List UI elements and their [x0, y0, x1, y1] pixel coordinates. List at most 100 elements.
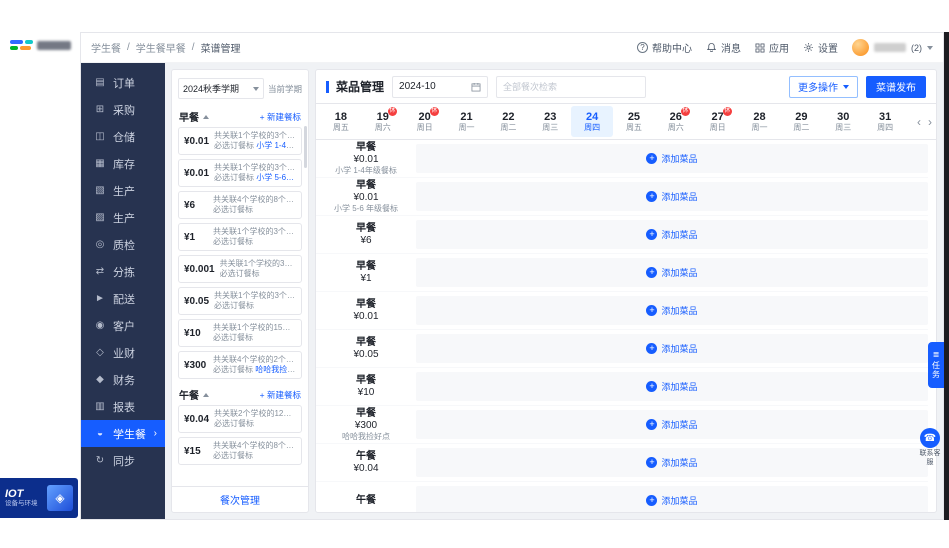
- calendar-day-22[interactable]: 22周二: [487, 106, 529, 137]
- iot-subtitle: 设备与环境: [5, 500, 38, 508]
- task-list-icon: ≣: [933, 351, 940, 359]
- term-select-value: 2024秋季学期: [183, 82, 239, 95]
- meal-standard-panel: 2024秋季学期 当前学期 早餐 + 新建餐标 ¥0.01 共关联1个学校的3: [171, 69, 309, 513]
- task-panel-tab[interactable]: ≣ 任务: [928, 342, 944, 388]
- calendar-day-26[interactable]: 26休周六: [655, 106, 697, 137]
- publish-menu-button[interactable]: 菜谱发布: [866, 76, 926, 98]
- meal-time-search-input[interactable]: [496, 76, 646, 98]
- breadcrumb-student-breakfast[interactable]: 学生餐早餐: [136, 40, 186, 55]
- meal-price: ¥0.04: [184, 414, 209, 425]
- add-dish-button[interactable]: +添加菜品: [416, 258, 928, 287]
- calendar-day-25[interactable]: 25周五: [613, 106, 655, 137]
- help-icon: ?: [637, 42, 648, 53]
- panel-scrollbar[interactable]: [304, 126, 307, 168]
- user-menu[interactable]: (2): [852, 39, 933, 56]
- sidebar-item-customers[interactable]: ◉客户: [81, 312, 165, 339]
- add-dish-button[interactable]: +添加菜品: [416, 448, 928, 477]
- sidebar-item-finance[interactable]: ◆财务: [81, 366, 165, 393]
- iot-widget[interactable]: IOT 设备与环境 ◈: [0, 478, 78, 518]
- term-select[interactable]: 2024秋季学期: [178, 78, 264, 99]
- sidebar-item-production-1[interactable]: ▧生产: [81, 177, 165, 204]
- day-week: 周四: [877, 123, 893, 133]
- chevron-left-icon[interactable]: ‹: [917, 115, 921, 129]
- settings-button[interactable]: 设置: [803, 40, 838, 55]
- calendar-day-28[interactable]: 28周一: [739, 106, 781, 137]
- current-term-label: 当前学期: [268, 83, 302, 95]
- inventory-icon: ▦: [94, 158, 106, 169]
- calendar-day-31[interactable]: 31周四: [864, 106, 906, 137]
- apps-button[interactable]: 应用: [755, 40, 789, 55]
- meal-standard-card[interactable]: ¥0.04 共关联2个学校的12个班级 必选订餐标: [178, 405, 302, 433]
- calendar-day-21[interactable]: 21周一: [446, 106, 488, 137]
- calendar-day-23[interactable]: 23周三: [529, 106, 571, 137]
- day-number: 23: [544, 111, 556, 123]
- new-meal-standard-link[interactable]: + 新建餐标: [260, 389, 301, 401]
- add-dish-button[interactable]: +添加菜品: [416, 296, 928, 325]
- chevron-right-icon[interactable]: ›: [928, 115, 932, 129]
- meal-standard-card[interactable]: ¥6 共关联4个学校的8个班级 必选订餐标: [178, 191, 302, 219]
- calendar-day-20[interactable]: 20休周日: [404, 106, 446, 137]
- sidebar-item-business-finance[interactable]: ◇业财: [81, 339, 165, 366]
- calendar-day-27[interactable]: 27休周日: [697, 106, 739, 137]
- add-dish-button[interactable]: +添加菜品: [416, 334, 928, 363]
- day-week: 周日: [417, 123, 433, 133]
- plus-icon: +: [646, 457, 657, 468]
- sidebar-item-delivery[interactable]: ►配送: [81, 285, 165, 312]
- lunch-group-header[interactable]: 午餐 + 新建餐标: [172, 383, 308, 405]
- sorting-icon: ⇄: [94, 266, 106, 277]
- brand-logo-mark-icon: [10, 40, 33, 50]
- meal-standard-card[interactable]: ¥1 共关联1个学校的3个班级 必选订餐标: [178, 223, 302, 251]
- calendar-day-19[interactable]: 19休周六: [362, 106, 404, 137]
- sidebar-item-purchase[interactable]: ⊞采购: [81, 96, 165, 123]
- meal-card-tag: 必选订餐标: [213, 451, 253, 460]
- sidebar-item-orders[interactable]: ▤订单: [81, 69, 165, 96]
- meal-card-lines: 共关联4个学校的8个班级 必选订餐标: [213, 195, 296, 215]
- meal-times-manage-button[interactable]: 餐次管理: [172, 486, 308, 512]
- meal-standard-card[interactable]: ¥0.01 共关联1个学校的3个班级 必选订餐标 小学 5-6…: [178, 159, 302, 187]
- calendar-day-24-selected[interactable]: 24周四: [571, 106, 613, 137]
- add-dish-label: 添加菜品: [661, 304, 697, 317]
- holiday-badge: 休: [430, 107, 439, 116]
- day-number: 25: [628, 111, 640, 123]
- add-dish-button[interactable]: +添加菜品: [416, 182, 928, 211]
- calendar-day-30[interactable]: 30周三: [822, 106, 864, 137]
- sidebar-item-student-meals[interactable]: ◒学生餐: [81, 420, 165, 447]
- month-picker[interactable]: 2024-10: [392, 76, 488, 98]
- row-meal-name: 早餐: [356, 180, 376, 191]
- messages-button[interactable]: 消息: [706, 40, 741, 55]
- add-dish-button[interactable]: +添加菜品: [416, 220, 928, 249]
- day-number: 19休: [377, 111, 389, 123]
- sidebar-item-quality-check[interactable]: ◎质检: [81, 231, 165, 258]
- calendar-day-29[interactable]: 29周二: [780, 106, 822, 137]
- sidebar-item-label: 学生餐: [113, 426, 146, 442]
- help-center-button[interactable]: ? 帮助中心: [637, 40, 692, 55]
- meal-standard-card[interactable]: ¥10 共关联1个学校的15个班级 必选订餐标: [178, 319, 302, 347]
- sidebar-item-production-2[interactable]: ▨生产: [81, 204, 165, 231]
- sidebar-item-sync[interactable]: ↻同步: [81, 447, 165, 474]
- meal-card-lines: 共关联1个学校的3个班级 必选订餐标: [213, 227, 296, 247]
- more-actions-button[interactable]: 更多操作: [789, 76, 858, 98]
- add-dish-button[interactable]: +添加菜品: [416, 410, 928, 439]
- add-dish-button[interactable]: +添加菜品: [416, 144, 928, 173]
- add-dish-label: 添加菜品: [661, 190, 697, 203]
- sidebar-item-inventory[interactable]: ▦库存: [81, 150, 165, 177]
- new-meal-standard-link[interactable]: + 新建餐标: [260, 111, 301, 123]
- row-meal-info: 早餐¥0.01小学 1-4年级餐标: [316, 140, 416, 177]
- meal-standard-card[interactable]: ¥0.01 共关联1个学校的3个班级 必选订餐标 小学 1-4年…: [178, 127, 302, 155]
- meal-standard-card[interactable]: ¥15 共关联4个学校的8个班级 必选订餐标: [178, 437, 302, 465]
- add-dish-button[interactable]: +添加菜品: [416, 372, 928, 401]
- meal-standard-card[interactable]: ¥0.05 共关联1个学校的3个班级 必选订餐标: [178, 287, 302, 315]
- breadcrumb-student-meals[interactable]: 学生餐: [91, 40, 121, 55]
- meal-card-tag: 必选订餐标: [214, 173, 254, 182]
- meal-standard-card[interactable]: ¥300 共关联4个学校的2个班级 必选订餐标 哈哈我捡好点: [178, 351, 302, 379]
- breakfast-group-header[interactable]: 早餐 + 新建餐标: [172, 105, 308, 127]
- meal-standard-card[interactable]: ¥0.001 共关联1个学校的3个班级 必选订餐标: [178, 255, 302, 283]
- sidebar-item-sorting[interactable]: ⇄分拣: [81, 258, 165, 285]
- iot-title: IOT: [5, 488, 38, 500]
- sidebar-item-warehouse[interactable]: ◫仓储: [81, 123, 165, 150]
- meal-price: ¥15: [184, 446, 208, 457]
- customer-service-button[interactable]: ☎ 联系客服: [918, 428, 942, 468]
- sidebar-item-reports[interactable]: ▥报表: [81, 393, 165, 420]
- calendar-day-18[interactable]: 18周五: [320, 106, 362, 137]
- add-dish-button[interactable]: +添加菜品: [416, 486, 928, 512]
